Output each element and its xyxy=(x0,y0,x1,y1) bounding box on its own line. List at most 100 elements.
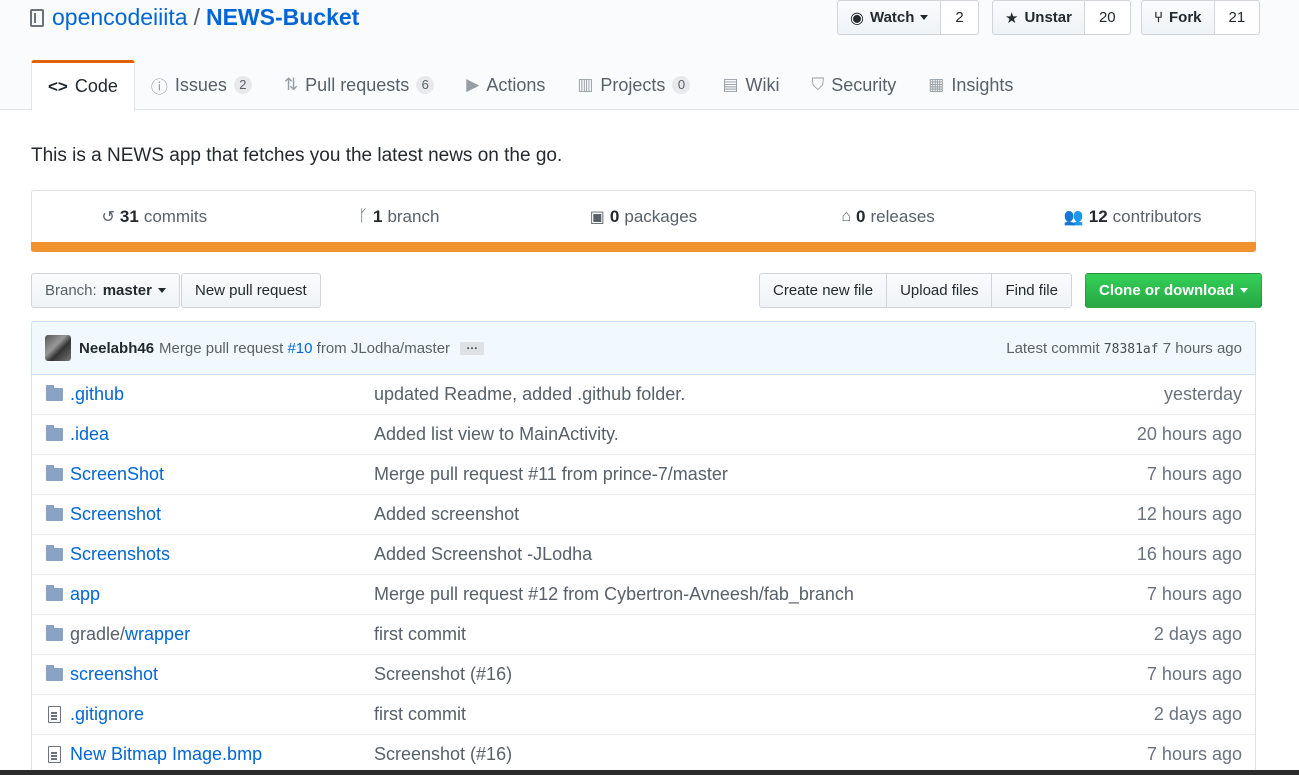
expand-commit-button[interactable]: … xyxy=(460,339,485,355)
file-name-link[interactable]: ScreenShot xyxy=(70,464,374,485)
file-name-link[interactable]: .idea xyxy=(70,424,374,445)
file-icon xyxy=(45,746,63,763)
latest-commit-info: Latest commit 78381af 7 hours ago xyxy=(1006,340,1242,357)
latest-commit-label: Latest commit xyxy=(1006,339,1100,357)
commit-sha-link[interactable]: 78381af xyxy=(1104,342,1159,357)
folder-icon xyxy=(45,385,63,401)
fork-count[interactable]: 21 xyxy=(1214,0,1261,35)
file-name: .github xyxy=(70,384,125,404)
watch-button[interactable]: ◉ Watch xyxy=(837,0,942,35)
releases-count: 0 xyxy=(856,207,866,226)
file-age: 12 hours ago xyxy=(1136,504,1242,524)
upload-files-button[interactable]: Upload files xyxy=(886,273,993,308)
file-name: Screenshot xyxy=(70,504,162,524)
packages-link[interactable]: ▣ 0 packages xyxy=(521,191,766,243)
folder-icon xyxy=(45,545,63,561)
unstar-button[interactable]: ★ Unstar xyxy=(992,0,1085,35)
play-icon: ▶ xyxy=(466,75,480,94)
tab-issues[interactable]: ⓘ Issues 2 xyxy=(135,60,268,110)
table-row: Screenshot Added screenshot 12 hours ago xyxy=(32,495,1255,535)
file-icon xyxy=(45,706,63,723)
file-commit-message-link[interactable]: Merge pull request #12 from Cybertron-Av… xyxy=(374,584,1055,605)
file-age: 20 hours ago xyxy=(1136,424,1242,444)
file-commit-message-link[interactable]: Added Screenshot -JLodha xyxy=(374,544,1055,565)
issue-icon: ⓘ xyxy=(150,77,168,97)
file-name-link[interactable]: Screenshot xyxy=(70,504,374,525)
table-row: ScreenShot Merge pull request #11 from pr… xyxy=(32,455,1255,495)
book-icon: ▤ xyxy=(722,75,739,94)
contributors-link[interactable]: 👥 12 contributors xyxy=(1010,191,1255,243)
watch-count[interactable]: 2 xyxy=(941,0,979,35)
repo-name-link[interactable]: NEWS-Bucket xyxy=(206,4,359,31)
table-row: .github updated Readme, added .github fol… xyxy=(32,375,1255,415)
repo-title: opencodeiiita / NEWS-Bucket xyxy=(30,4,359,31)
file-commit-message-link[interactable]: first commit xyxy=(374,704,1055,725)
star-count[interactable]: 20 xyxy=(1084,0,1131,35)
branch-select-button[interactable]: Branch: master xyxy=(31,273,180,308)
fork-label: Fork xyxy=(1169,9,1202,26)
commit-message[interactable]: Merge pull request #10 from JLodha/maste… xyxy=(159,340,450,357)
avatar[interactable] xyxy=(45,335,71,361)
commits-label: commits xyxy=(143,207,208,226)
file-name-link[interactable]: screenshot xyxy=(70,664,374,685)
tab-label: Insights xyxy=(951,74,1014,95)
tab-projects[interactable]: ▥ Projects 0 xyxy=(561,60,706,110)
shield-icon: ⛉ xyxy=(811,75,825,94)
contributors-label: contributors xyxy=(1112,207,1202,226)
tab-label: Security xyxy=(831,74,897,95)
file-commit-message-link[interactable]: first commit xyxy=(374,624,1055,645)
tab-code[interactable]: <> Code xyxy=(31,60,135,111)
releases-link[interactable]: ⌂ 0 releases xyxy=(766,191,1011,243)
table-row: app Merge pull request #12 from Cybertron… xyxy=(32,575,1255,615)
file-commit-message-link[interactable]: Merge pull request #11 from prince-7/mas… xyxy=(374,464,1055,485)
create-new-file-button[interactable]: Create new file xyxy=(759,273,888,308)
new-pull-request-button[interactable]: New pull request xyxy=(181,273,321,308)
branches-label: branch xyxy=(387,207,440,226)
project-icon: ▥ xyxy=(577,75,594,94)
packages-count: 0 xyxy=(609,207,620,226)
tab-label: Pull requests xyxy=(305,74,410,95)
file-name-link[interactable]: New Bitmap Image.bmp xyxy=(70,744,374,765)
commits-link[interactable]: ↺ 31 commits xyxy=(32,191,277,243)
folder-icon xyxy=(45,625,63,641)
tab-wiki[interactable]: ▤ Wiki xyxy=(706,60,795,110)
commit-author-link[interactable]: Neelabh46 xyxy=(79,340,154,357)
file-commit-message-link[interactable]: Screenshot (#16) xyxy=(374,744,1055,765)
file-name-link[interactable]: .gitignore xyxy=(70,704,374,725)
package-icon: ▣ xyxy=(589,209,605,226)
fork-group: ⑂ Fork 21 xyxy=(1141,0,1261,35)
watch-group: ◉ Watch 2 xyxy=(837,0,979,35)
find-file-button[interactable]: Find file xyxy=(991,273,1072,308)
tab-insights[interactable]: ▦ Insights xyxy=(912,60,1029,110)
file-name: .idea xyxy=(70,424,110,444)
clone-or-download-button[interactable]: Clone or download xyxy=(1085,273,1262,308)
tab-security[interactable]: ⛉ Security xyxy=(796,60,913,110)
branches-link[interactable]: ᚴ 1 branch xyxy=(277,191,522,243)
file-name-link[interactable]: .github xyxy=(70,384,374,405)
file-name: app xyxy=(70,584,101,604)
file-name-link[interactable]: Screenshots xyxy=(70,544,374,565)
tab-actions[interactable]: ▶ Actions xyxy=(450,60,561,110)
file-age: 7 hours ago xyxy=(1146,464,1242,484)
repo-nav-tabs: <> Code ⓘ Issues 2 ⇅ Pull requests 6 ▶ A… xyxy=(31,60,1029,111)
file-name-link[interactable]: gradle/wrapper xyxy=(70,624,374,645)
file-name-link[interactable]: app xyxy=(70,584,374,605)
commit-pr-link[interactable]: #10 xyxy=(287,340,312,357)
file-name: screenshot xyxy=(70,664,159,684)
eye-icon: ◉ xyxy=(850,9,864,27)
table-row: gradle/wrapper first commit 2 days ago xyxy=(32,615,1255,655)
tab-pull-requests[interactable]: ⇅ Pull requests 6 xyxy=(268,60,450,110)
fork-button[interactable]: ⑂ Fork xyxy=(1141,0,1215,35)
branch-icon: ᚴ xyxy=(358,208,368,225)
file-commit-message-link[interactable]: Screenshot (#16) xyxy=(374,664,1055,685)
chevron-down-icon xyxy=(920,15,929,20)
repo-owner-link[interactable]: opencodeiiita xyxy=(52,4,188,31)
file-commit-message-link[interactable]: updated Readme, added .github folder. xyxy=(374,384,1055,405)
file-commit-message-link[interactable]: Added list view to MainActivity. xyxy=(374,424,1055,445)
pull-requests-counter: 6 xyxy=(416,76,435,94)
commit-age: 7 hours ago xyxy=(1162,339,1242,357)
file-age: 2 days ago xyxy=(1153,624,1242,644)
file-commit-message-link[interactable]: Added screenshot xyxy=(374,504,1055,525)
language-bar[interactable] xyxy=(31,242,1256,252)
chevron-down-icon xyxy=(157,288,166,293)
